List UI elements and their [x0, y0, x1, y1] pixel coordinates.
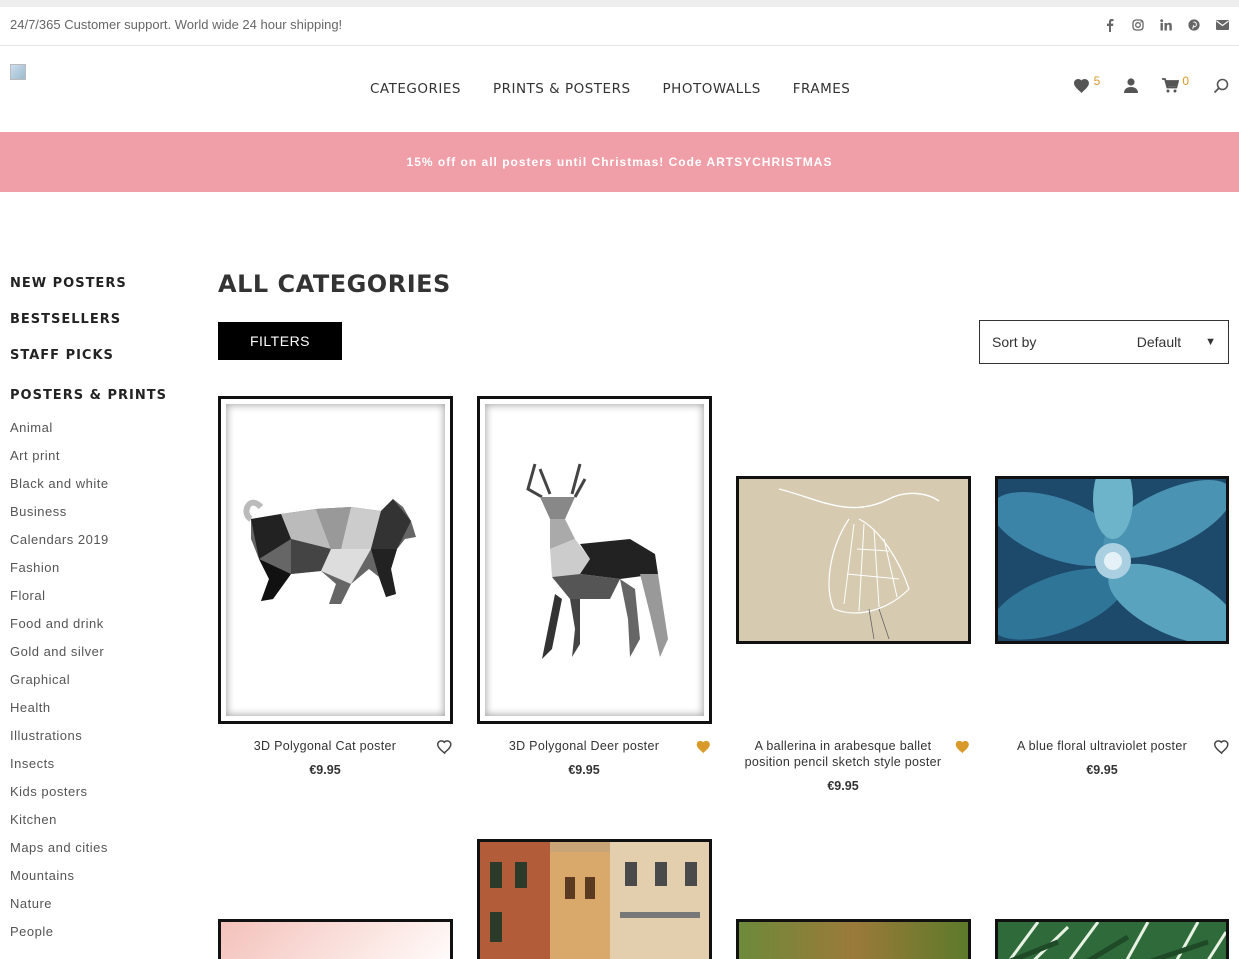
nav-prints-posters[interactable]: PRINTS & POSTERS — [493, 81, 631, 97]
main-nav: CATEGORIES PRINTS & POSTERS PHOTOWALLS F… — [370, 81, 850, 97]
sort-value: Default — [1136, 334, 1182, 350]
support-text: 24/7/365 Customer support. World wide 24… — [10, 17, 343, 32]
sidebar-item-graphical[interactable]: Graphical — [10, 672, 190, 700]
sidebar-item-art-print[interactable]: Art print — [10, 448, 190, 476]
top-bar: 24/7/365 Customer support. World wide 24… — [0, 0, 1239, 46]
category-sidebar: NEW POSTERS BESTSELLERS STAFF PICKS POST… — [10, 276, 190, 952]
palm-leaves-illustration — [1008, 922, 1226, 959]
sidebar-link-bestsellers[interactable]: BESTSELLERS — [10, 312, 190, 348]
account-button[interactable] — [1124, 78, 1139, 93]
product-image-pink[interactable] — [218, 919, 453, 959]
wishlist-heart-icon[interactable] — [1213, 739, 1231, 755]
user-icon — [1124, 78, 1139, 93]
cart-icon — [1162, 78, 1180, 93]
search-icon — [1213, 78, 1229, 94]
wishlist-heart-icon-active[interactable] — [695, 739, 713, 755]
promo-text: 15% off on all posters until Christmas! … — [406, 155, 833, 169]
facebook-icon[interactable] — [1103, 18, 1117, 32]
product-image-ballerina[interactable] — [736, 476, 971, 644]
product-image-palm-leaves[interactable] — [995, 919, 1229, 959]
blue-floral-illustration — [998, 479, 1226, 641]
sidebar-item-kids-posters[interactable]: Kids posters — [10, 784, 190, 812]
sidebar-item-business[interactable]: Business — [10, 504, 190, 532]
product-image-cat[interactable] — [218, 396, 453, 724]
sidebar-item-health[interactable]: Health — [10, 700, 190, 728]
product-price: €9.95 — [568, 763, 600, 777]
sort-label: Sort by — [992, 334, 1037, 350]
sidebar-section-title: POSTERS & PRINTS — [10, 388, 167, 403]
logo-image[interactable] — [10, 64, 26, 80]
sidebar-link-new-posters[interactable]: NEW POSTERS — [10, 276, 190, 312]
sidebar-item-illustrations[interactable]: Illustrations — [10, 728, 190, 756]
sidebar-item-mountains[interactable]: Mountains — [10, 868, 190, 896]
dropdown-arrow-icon: ▼ — [1205, 336, 1216, 348]
nav-categories[interactable]: CATEGORIES — [370, 81, 461, 97]
product-name[interactable]: A ballerina in arabesque ballet position… — [736, 738, 950, 770]
sidebar-item-maps-and-cities[interactable]: Maps and cities — [10, 840, 190, 868]
sidebar-item-fashion[interactable]: Fashion — [10, 560, 190, 588]
polygonal-cat-illustration — [243, 499, 416, 604]
polygonal-deer-illustration — [526, 463, 668, 659]
ballerina-sketch-illustration — [778, 488, 940, 640]
wishlist-button[interactable]: 5 — [1073, 74, 1100, 94]
product-image-venice[interactable] — [477, 839, 712, 959]
product-price: €9.95 — [309, 763, 341, 777]
linkedin-icon[interactable] — [1159, 18, 1173, 32]
instagram-icon[interactable] — [1131, 18, 1145, 32]
sidebar-item-animal[interactable]: Animal — [10, 420, 190, 448]
product-image-blue-floral[interactable] — [995, 476, 1229, 644]
wishlist-heart-icon[interactable] — [436, 739, 454, 755]
heart-icon — [1073, 79, 1089, 94]
filters-button[interactable]: FILTERS — [218, 322, 342, 360]
wishlist-heart-icon-active[interactable] — [954, 739, 972, 755]
sidebar-item-calendars[interactable]: Calendars 2019 — [10, 532, 190, 560]
product-name[interactable]: 3D Polygonal Cat poster — [218, 738, 432, 754]
nav-photowalls[interactable]: PHOTOWALLS — [663, 81, 761, 97]
social-links — [1103, 18, 1229, 32]
search-button[interactable] — [1213, 78, 1229, 94]
sidebar-item-people[interactable]: People — [10, 924, 190, 952]
product-price: €9.95 — [1086, 763, 1118, 777]
product-image-deer[interactable] — [477, 396, 712, 724]
promo-banner: 15% off on all posters until Christmas! … — [0, 132, 1239, 192]
page-title: ALL CATEGORIES — [218, 270, 451, 298]
sort-select[interactable]: Sort by Default ▼ — [979, 320, 1229, 364]
sidebar-item-nature[interactable]: Nature — [10, 896, 190, 924]
wishlist-count: 5 — [1093, 74, 1101, 88]
product-price: €9.95 — [827, 779, 859, 793]
product-name[interactable]: 3D Polygonal Deer poster — [477, 738, 691, 754]
product-image-nature[interactable] — [736, 919, 971, 959]
product-name[interactable]: A blue floral ultraviolet poster — [995, 738, 1209, 754]
mail-icon[interactable] — [1215, 18, 1229, 32]
cart-count: 0 — [1182, 74, 1189, 88]
sidebar-item-kitchen[interactable]: Kitchen — [10, 812, 190, 840]
sidebar-link-staff-picks[interactable]: STAFF PICKS — [10, 348, 190, 368]
venice-street-illustration — [480, 842, 709, 959]
sidebar-item-insects[interactable]: Insects — [10, 756, 190, 784]
nav-frames[interactable]: FRAMES — [793, 81, 851, 97]
sidebar-item-floral[interactable]: Floral — [10, 588, 190, 616]
sidebar-item-food-and-drink[interactable]: Food and drink — [10, 616, 190, 644]
site-header: CATEGORIES PRINTS & POSTERS PHOTOWALLS F… — [0, 46, 1239, 132]
sidebar-item-gold-and-silver[interactable]: Gold and silver — [10, 644, 190, 672]
cart-button[interactable]: 0 — [1162, 74, 1189, 93]
header-actions: 5 0 — [1073, 74, 1229, 94]
sidebar-item-black-and-white[interactable]: Black and white — [10, 476, 190, 504]
pinterest-icon[interactable] — [1187, 18, 1201, 32]
